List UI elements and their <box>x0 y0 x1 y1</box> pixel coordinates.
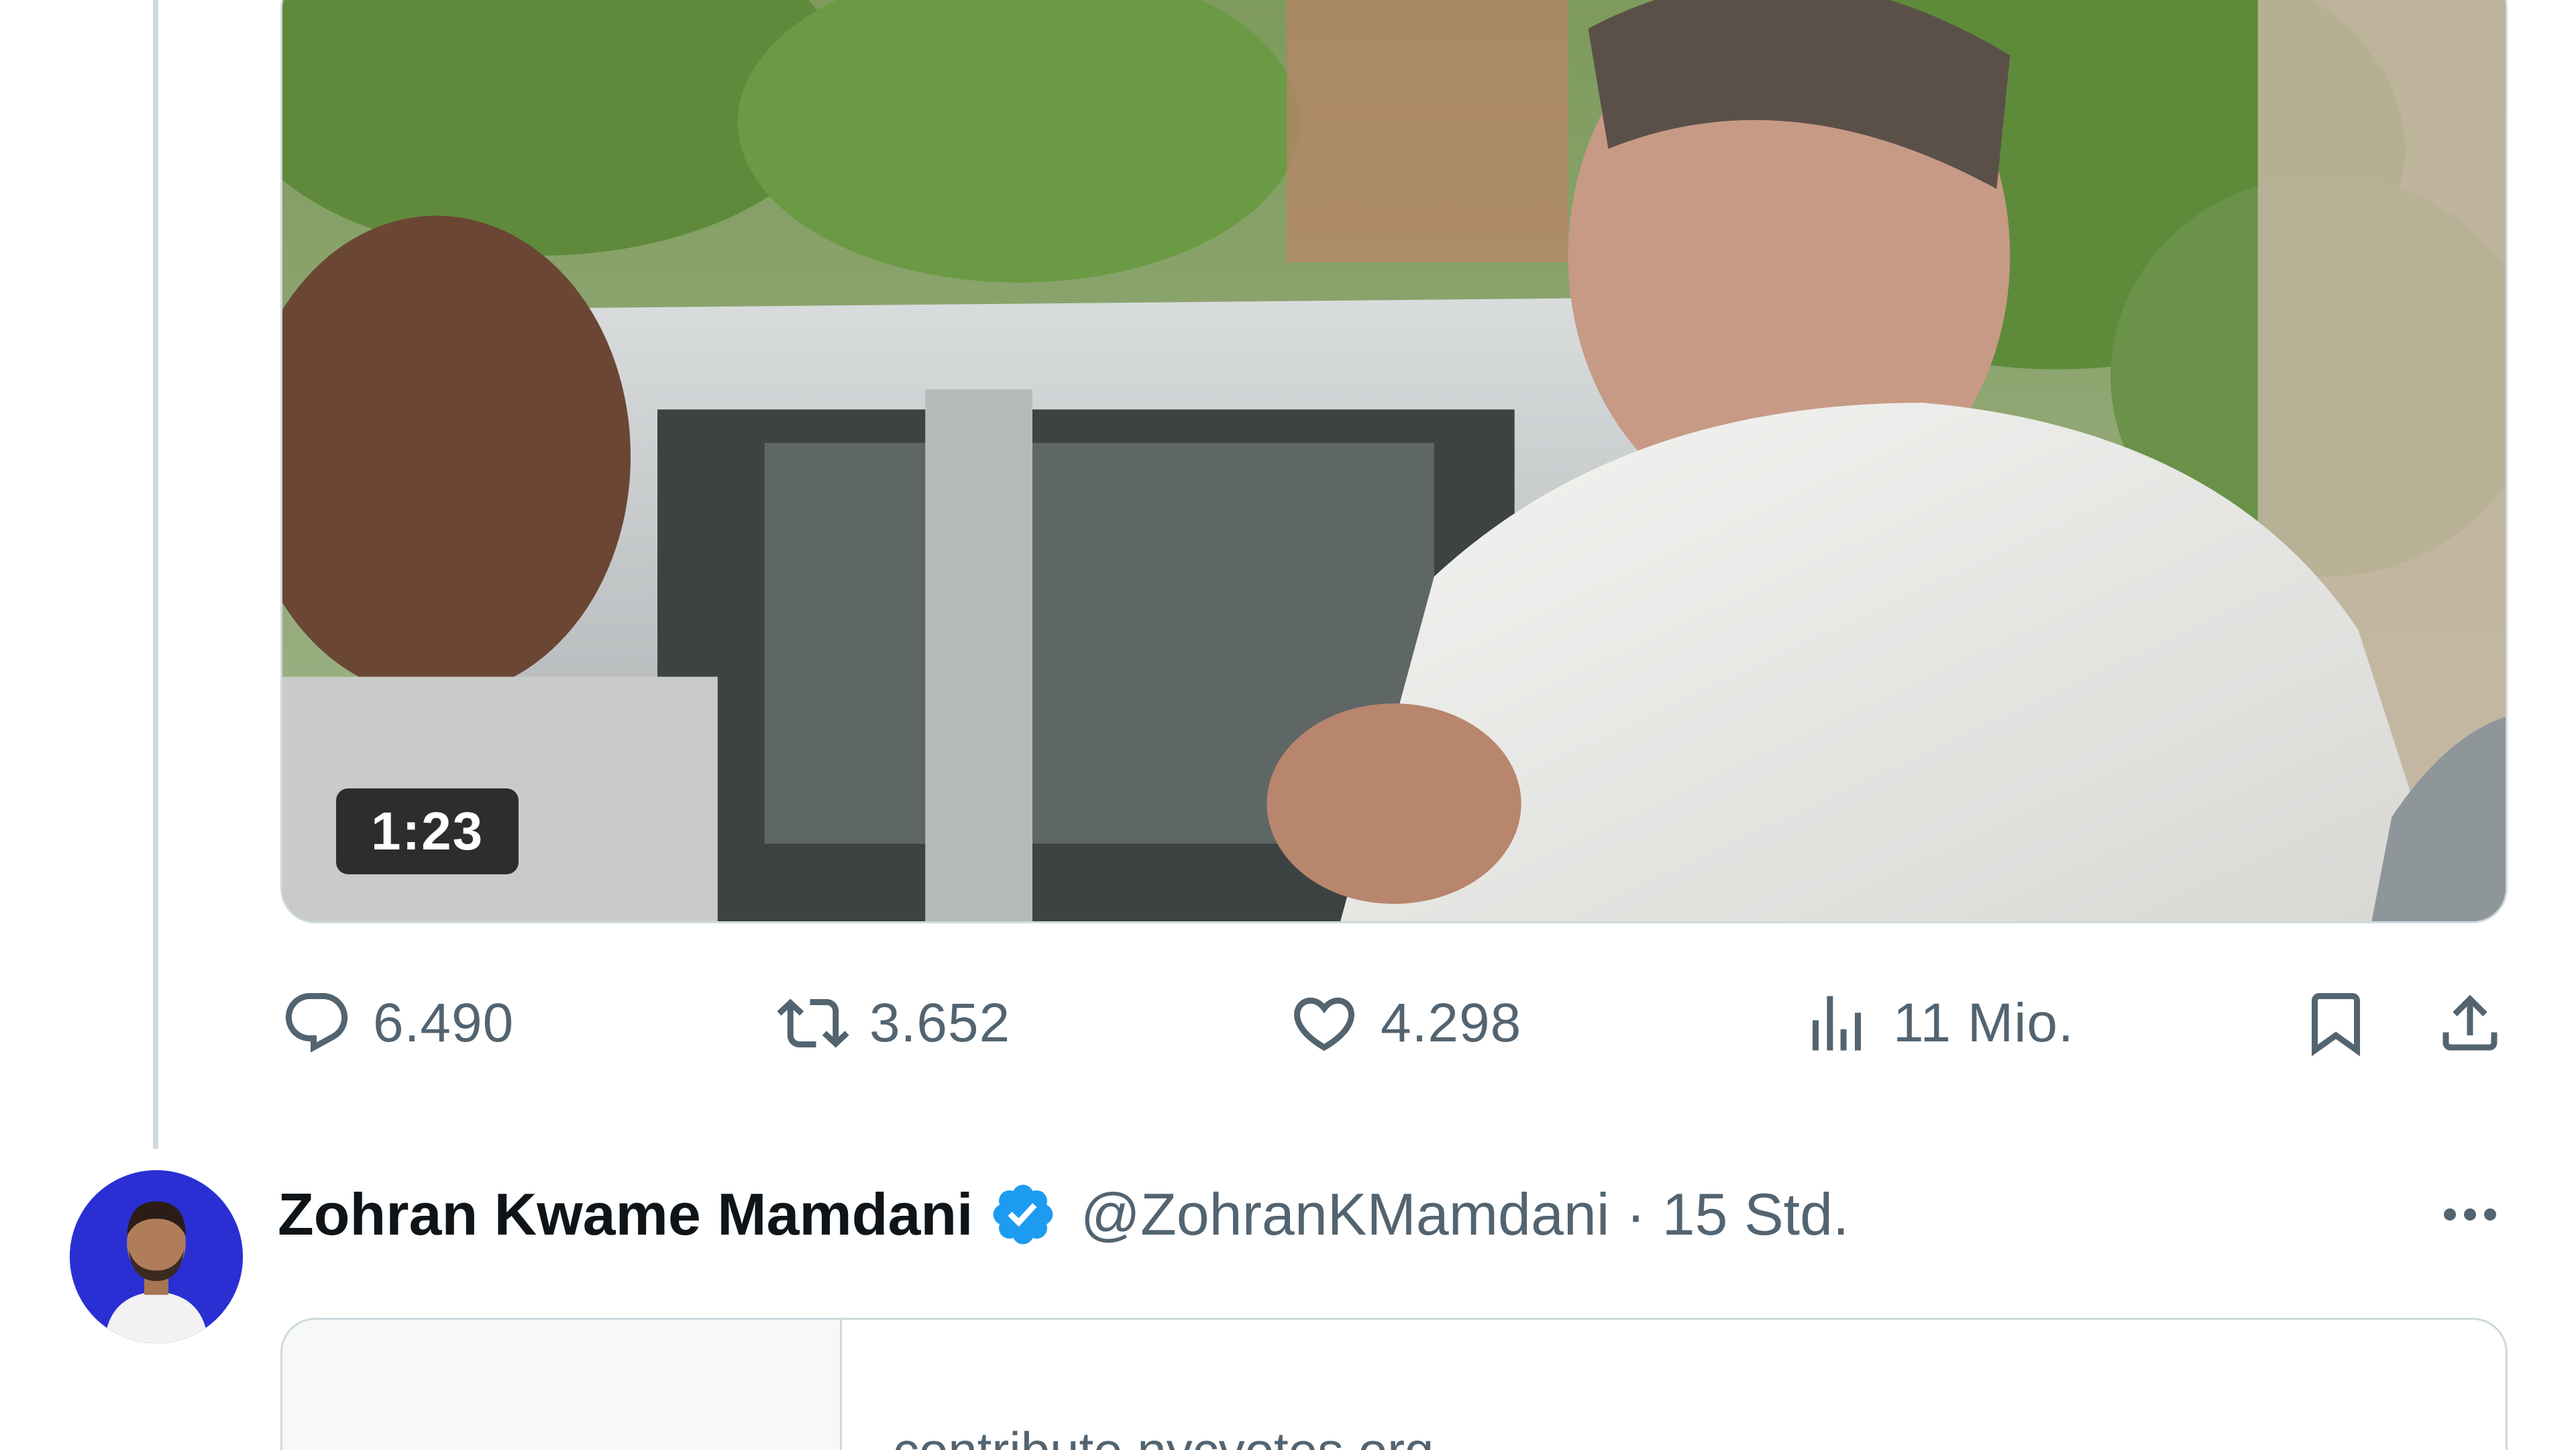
link-preview-thumbnail <box>282 1320 842 1450</box>
views-button[interactable]: 11 Mio. <box>1801 980 2074 1067</box>
author-handle-and-time[interactable]: @ZohranKMamdani · 15 Std. <box>1081 1180 1849 1249</box>
share-icon <box>2443 994 2498 1051</box>
author-display-name[interactable]: Zohran Kwame Mamdani <box>278 1180 973 1249</box>
like-icon <box>1293 997 1355 1051</box>
link-preview-card[interactable]: contribute.nycvotes.org <box>280 1318 2508 1450</box>
reply-button[interactable]: 6.490 <box>280 980 514 1067</box>
bookmark-icon <box>2312 993 2360 1057</box>
reply-count: 6.490 <box>373 992 515 1053</box>
share-button[interactable] <box>2434 980 2506 1067</box>
more-options-dot <box>2464 1208 2476 1221</box>
views-icon <box>1813 996 1861 1051</box>
like-button[interactable]: 4.298 <box>1288 980 1521 1067</box>
reply-tweet-header: Zohran Kwame Mamdani @ZohranKMamdani · 1… <box>278 1174 1849 1255</box>
more-options-button[interactable] <box>2436 1181 2504 1248</box>
video-frame <box>282 0 2506 921</box>
more-options-dot <box>2484 1208 2496 1221</box>
repost-icon <box>777 998 849 1048</box>
views-count: 11 Mio. <box>1893 992 2074 1053</box>
link-preview-domain: contribute.nycvotes.org <box>893 1420 1434 1450</box>
repost-button[interactable]: 3.652 <box>777 980 1010 1067</box>
avatar-image <box>70 1170 243 1343</box>
like-count: 4.298 <box>1381 992 1522 1053</box>
thread-connector-line <box>153 0 158 1149</box>
video-duration-badge: 1:23 <box>336 788 519 874</box>
bookmark-button[interactable] <box>2300 980 2372 1067</box>
reply-icon <box>285 993 348 1053</box>
tweet-video[interactable]: 1:23 <box>280 0 2508 923</box>
avatar[interactable] <box>70 1170 243 1343</box>
repost-count: 3.652 <box>869 992 1011 1053</box>
tweet-action-bar: 6.490 3.652 4.298 11 Mio. <box>280 980 2508 1067</box>
more-options-icon <box>2444 1208 2456 1221</box>
verified-badge-icon <box>993 1184 1053 1245</box>
